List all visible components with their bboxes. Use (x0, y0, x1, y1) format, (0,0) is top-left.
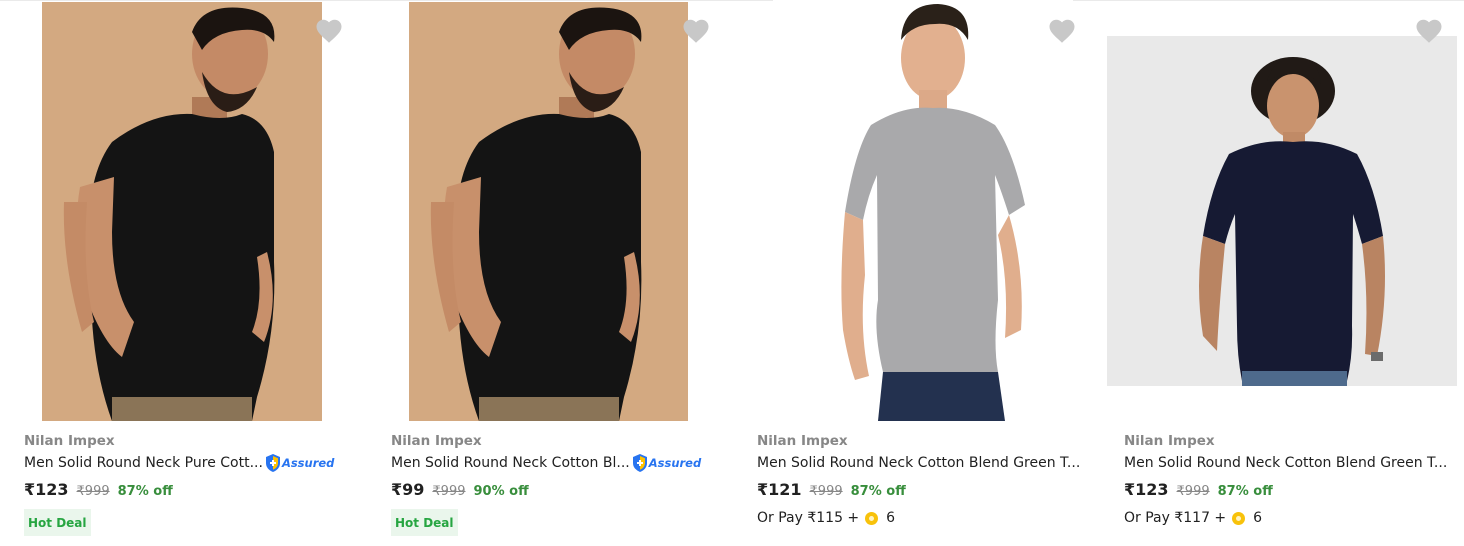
selling-price: ₹99 (391, 480, 425, 499)
supercoin-icon (1232, 511, 1246, 525)
product-image[interactable] (409, 2, 688, 421)
product-brand: Nilan Impex (757, 433, 848, 449)
assured-badge: Assured (265, 454, 334, 472)
assured-shield-icon (632, 454, 647, 472)
supercoin-icon (865, 511, 879, 525)
original-price: ₹999 (1176, 484, 1210, 499)
selling-price: ₹123 (24, 480, 69, 499)
supercoin-offer: Or Pay ₹117 + 6 (1124, 508, 1262, 528)
product-image[interactable] (773, 0, 1073, 421)
assured-label: Assured (648, 456, 702, 470)
assured-label: Assured (281, 456, 335, 470)
discount-percent: 87% off (1217, 484, 1273, 499)
coin-count: 6 (886, 510, 896, 526)
or-pay-text: Or Pay ₹115 + (757, 510, 860, 526)
selling-price: ₹121 (757, 480, 802, 499)
product-title[interactable]: Men Solid Round Neck Cotton Blend Green … (1124, 455, 1447, 471)
product-title-row[interactable]: Men Solid Round Neck Pure Cott... Assure… (24, 453, 334, 473)
product-card[interactable]: Nilan Impex Men Solid Round Neck Cotton … (733, 0, 1099, 546)
product-title[interactable]: Men Solid Round Neck Cotton Blend Green … (757, 455, 1080, 471)
wishlist-heart-icon[interactable] (314, 16, 344, 46)
product-title-row[interactable]: Men Solid Round Neck Cotton Bl... Assure… (391, 453, 701, 473)
wishlist-heart-icon[interactable] (1047, 16, 1077, 46)
product-card[interactable]: Nilan Impex Men Solid Round Neck Cotton … (367, 0, 733, 546)
assured-shield-icon (265, 454, 280, 472)
price-row: ₹123 ₹999 87% off (24, 480, 173, 499)
product-card[interactable]: Nilan Impex Men Solid Round Neck Pure Co… (0, 0, 366, 546)
price-row: ₹123 ₹999 87% off (1124, 480, 1273, 499)
product-title[interactable]: Men Solid Round Neck Cotton Bl... (391, 455, 630, 471)
discount-percent: 87% off (117, 484, 173, 499)
product-brand: Nilan Impex (24, 433, 115, 449)
price-row: ₹99 ₹999 90% off (391, 480, 529, 499)
hot-deal-badge: Hot Deal (391, 509, 458, 536)
product-card[interactable]: Nilan Impex Men Solid Round Neck Cotton … (1100, 0, 1464, 546)
supercoin-offer: Or Pay ₹115 + 6 (757, 508, 895, 528)
product-brand: Nilan Impex (1124, 433, 1215, 449)
product-image[interactable] (1107, 36, 1457, 386)
original-price: ₹999 (76, 484, 110, 499)
coin-count: 6 (1253, 510, 1263, 526)
discount-percent: 90% off (473, 484, 529, 499)
price-row: ₹121 ₹999 87% off (757, 480, 906, 499)
or-pay-text: Or Pay ₹117 + (1124, 510, 1227, 526)
original-price: ₹999 (432, 484, 466, 499)
selling-price: ₹123 (1124, 480, 1169, 499)
wishlist-heart-icon[interactable] (681, 16, 711, 46)
product-title[interactable]: Men Solid Round Neck Pure Cott... (24, 455, 263, 471)
wishlist-heart-icon[interactable] (1414, 16, 1444, 46)
original-price: ₹999 (809, 484, 843, 499)
product-image[interactable] (42, 2, 322, 421)
product-title-row[interactable]: Men Solid Round Neck Cotton Blend Green … (757, 453, 1080, 473)
assured-badge: Assured (632, 454, 701, 472)
hot-deal-badge: Hot Deal (24, 509, 91, 536)
product-brand: Nilan Impex (391, 433, 482, 449)
discount-percent: 87% off (850, 484, 906, 499)
product-title-row[interactable]: Men Solid Round Neck Cotton Blend Green … (1124, 453, 1447, 473)
